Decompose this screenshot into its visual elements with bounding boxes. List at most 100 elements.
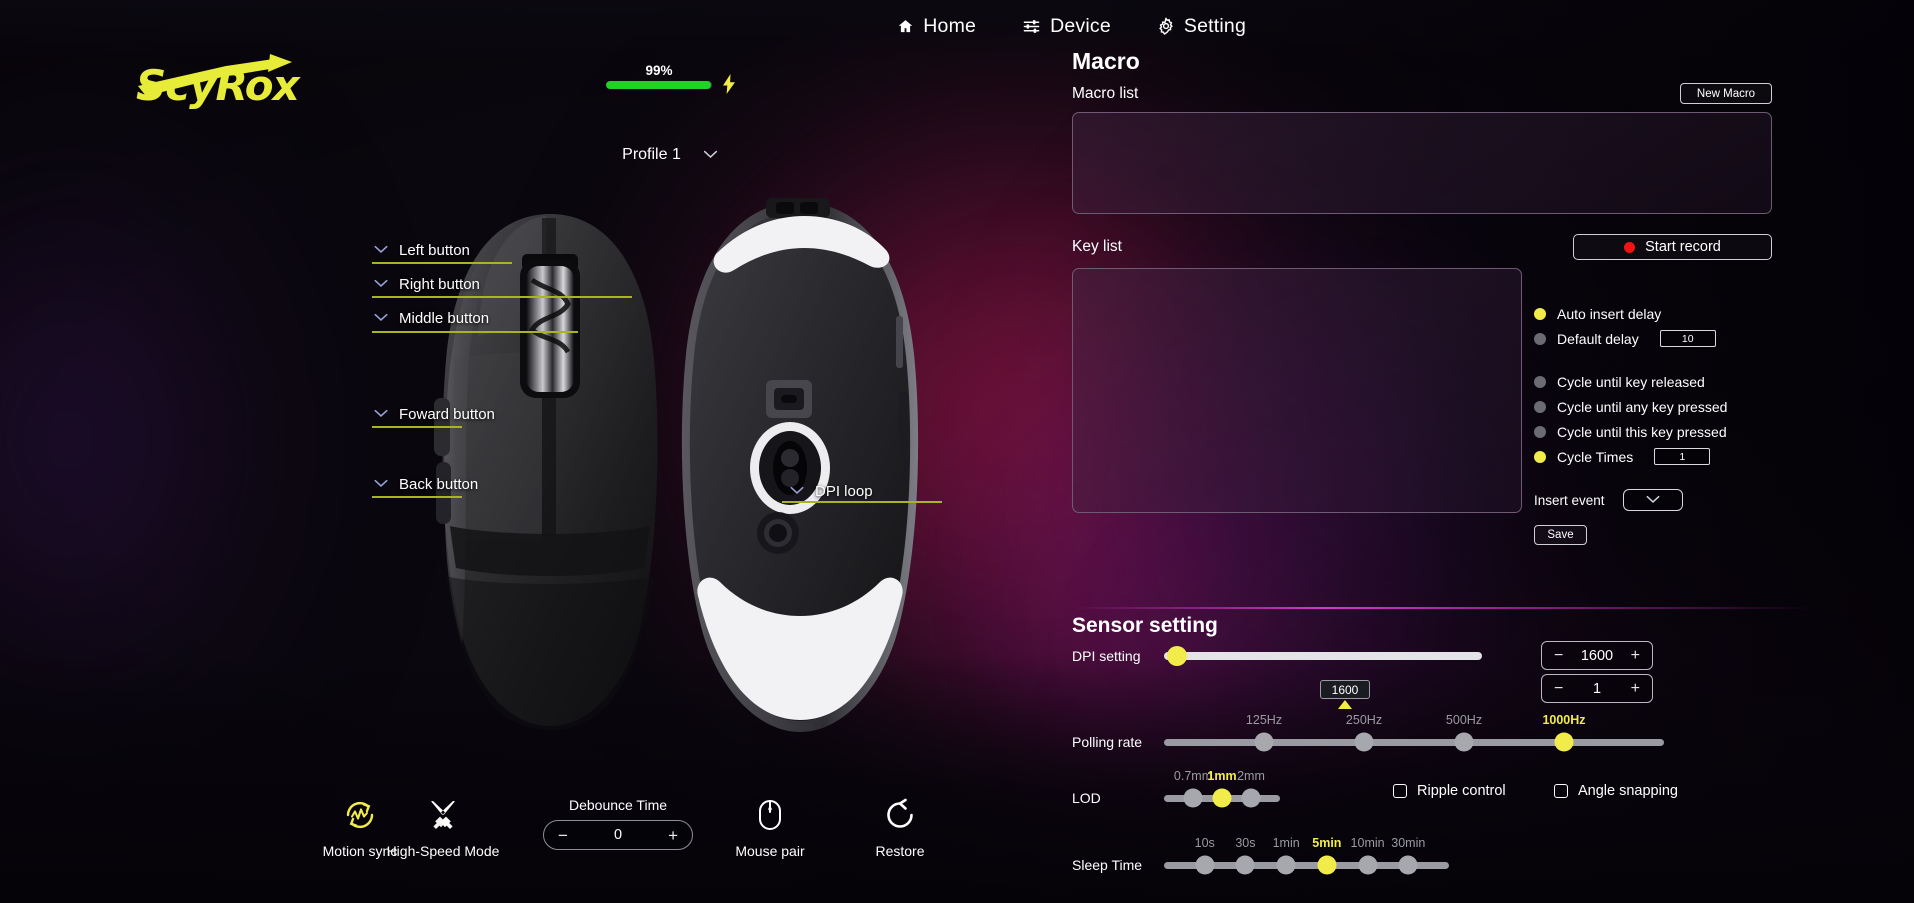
callout-right-button[interactable]: Right button bbox=[374, 274, 480, 294]
step-node[interactable] bbox=[1212, 788, 1232, 808]
option-label: Cycle until key released bbox=[1557, 373, 1705, 390]
option-label: Cycle Times bbox=[1557, 448, 1634, 465]
profile-selector[interactable]: Profile 1 bbox=[600, 140, 740, 170]
option-cycle-until-any-key-pressed[interactable]: Cycle until any key pressed bbox=[1534, 394, 1772, 419]
chevron-down-icon bbox=[374, 405, 388, 423]
step-node[interactable] bbox=[1554, 732, 1574, 752]
mouse-icon bbox=[710, 795, 830, 835]
option-spacer bbox=[1534, 351, 1772, 369]
step-tick-label: 1000Hz bbox=[1542, 712, 1586, 727]
cycle-times-input[interactable]: 1 bbox=[1654, 448, 1711, 465]
macro-body: Auto insert delay Default delay 10 Cycle… bbox=[1072, 268, 1772, 545]
dpi-stage-stepper[interactable]: − 1 + bbox=[1541, 674, 1653, 703]
dpi-slider-thumb[interactable] bbox=[1166, 646, 1187, 666]
insert-event-label: Insert event bbox=[1534, 492, 1605, 508]
dpi-stage-increment-button[interactable]: + bbox=[1631, 680, 1640, 697]
key-list-header: Key list Start record bbox=[1072, 234, 1772, 260]
dpi-increment-button[interactable]: + bbox=[1631, 647, 1640, 664]
gear-icon bbox=[1157, 17, 1175, 35]
polling-rate-label: Polling rate bbox=[1072, 734, 1143, 750]
callout-back-button[interactable]: Back button bbox=[374, 474, 478, 494]
high-speed-mode-button[interactable]: High-Speed Mode bbox=[383, 795, 503, 859]
chevron-down-icon bbox=[703, 146, 718, 164]
option-cycle-until-key-released[interactable]: Cycle until key released bbox=[1534, 369, 1772, 394]
save-button[interactable]: Save bbox=[1534, 525, 1587, 545]
step-node[interactable] bbox=[1358, 855, 1378, 875]
callout-line-foward-button bbox=[372, 426, 462, 428]
step-node[interactable] bbox=[1454, 732, 1474, 752]
radio-indicator bbox=[1534, 425, 1546, 438]
debounce-time-label: Debounce Time bbox=[568, 797, 668, 813]
debounce-increment-button[interactable]: + bbox=[668, 827, 678, 844]
polling-rate-track[interactable]: 125Hz 250Hz 500Hz 1000Hz bbox=[1164, 713, 1664, 752]
mouse-pair-button[interactable]: Mouse pair bbox=[710, 795, 830, 859]
sleep-time-label: Sleep Time bbox=[1072, 857, 1143, 873]
key-list-panel[interactable] bbox=[1072, 268, 1522, 513]
radio-indicator bbox=[1534, 450, 1546, 463]
restore-label: Restore bbox=[875, 843, 925, 859]
step-node[interactable] bbox=[1254, 732, 1274, 752]
step-tick-label: 500Hz bbox=[1445, 712, 1483, 727]
debounce-value: 0 bbox=[613, 827, 623, 843]
debounce-decrement-button[interactable]: − bbox=[558, 827, 568, 844]
callout-foward-button[interactable]: Foward button bbox=[374, 404, 495, 424]
callout-line-back-button bbox=[372, 496, 462, 498]
dpi-value-stepper[interactable]: − 1600 + bbox=[1541, 641, 1653, 670]
nav-item-home[interactable]: Home bbox=[897, 15, 976, 38]
step-node[interactable] bbox=[1241, 788, 1261, 808]
option-label: Cycle until any key pressed bbox=[1557, 398, 1728, 415]
step-node[interactable] bbox=[1276, 855, 1296, 875]
step-node[interactable] bbox=[1183, 788, 1203, 808]
callout-middle-button[interactable]: Middle button bbox=[374, 308, 489, 328]
option-label: Auto insert delay bbox=[1557, 305, 1662, 322]
dpi-tooltip: 1600 bbox=[1320, 680, 1370, 699]
logo-text: ScyRox bbox=[136, 61, 302, 110]
callout-label: DPI loop bbox=[815, 482, 873, 500]
restore-icon bbox=[840, 795, 960, 835]
polling-rate-row: Polling rate 125Hz 250Hz 500Hz 1000Hz bbox=[1072, 713, 1832, 752]
option-cycle-times[interactable]: Cycle Times 1 bbox=[1534, 444, 1772, 469]
step-node[interactable] bbox=[1195, 855, 1215, 875]
step-node[interactable] bbox=[1317, 855, 1337, 875]
new-macro-button[interactable]: New Macro bbox=[1680, 83, 1772, 104]
insert-event-select[interactable] bbox=[1622, 489, 1683, 511]
callout-dpi-loop[interactable]: DPI loop bbox=[790, 481, 873, 501]
macro-list-panel[interactable] bbox=[1072, 112, 1772, 214]
start-record-button[interactable]: Start record bbox=[1573, 234, 1772, 260]
dpi-stage-value: 1 bbox=[1592, 680, 1602, 697]
angle-snapping-checkbox[interactable]: Angle snapping bbox=[1554, 783, 1678, 799]
default-delay-input[interactable]: 10 bbox=[1659, 330, 1716, 347]
dpi-decrement-button[interactable]: − bbox=[1554, 647, 1563, 664]
restore-button[interactable]: Restore bbox=[840, 795, 960, 859]
step-node[interactable] bbox=[1398, 855, 1418, 875]
checkbox-box bbox=[1554, 784, 1568, 798]
nav-label-setting: Setting bbox=[1183, 14, 1246, 37]
nav-item-device[interactable]: Device bbox=[1022, 15, 1111, 38]
sleep-time-track[interactable]: 10s 30s 1min 5min 10min 30min bbox=[1164, 836, 1449, 875]
option-label: Default delay bbox=[1557, 330, 1639, 347]
ripple-control-checkbox[interactable]: Ripple control bbox=[1393, 783, 1506, 799]
callout-left-button[interactable]: Left button bbox=[374, 240, 470, 260]
callout-label: Back button bbox=[399, 475, 479, 493]
dpi-stage-decrement-button[interactable]: − bbox=[1554, 680, 1563, 697]
option-auto-insert-delay[interactable]: Auto insert delay bbox=[1534, 301, 1772, 326]
chevron-down-icon bbox=[374, 475, 388, 493]
lod-track[interactable]: 0.7mm 1mm 2mm bbox=[1164, 769, 1280, 808]
step-tick-label: 30min bbox=[1391, 835, 1426, 850]
insert-event-row: Insert event bbox=[1534, 489, 1772, 511]
step-node[interactable] bbox=[1235, 855, 1255, 875]
debounce-time-control: Debounce Time − 0 + bbox=[543, 797, 693, 850]
dpi-slider-track[interactable] bbox=[1164, 646, 1482, 666]
mouse-illustration bbox=[400, 196, 1020, 776]
option-cycle-until-this-key-pressed[interactable]: Cycle until this key pressed bbox=[1534, 419, 1772, 444]
debounce-time-stepper[interactable]: − 0 + bbox=[543, 820, 693, 850]
callout-label: Foward button bbox=[399, 405, 495, 423]
chevron-down-icon bbox=[374, 241, 388, 259]
radio-indicator bbox=[1534, 307, 1546, 320]
step-node[interactable] bbox=[1354, 732, 1374, 752]
nav-label-device: Device bbox=[1050, 14, 1111, 37]
nav-item-setting[interactable]: Setting bbox=[1157, 15, 1246, 38]
option-default-delay[interactable]: Default delay 10 bbox=[1534, 326, 1772, 351]
nav-label-home: Home bbox=[923, 14, 977, 37]
step-tick-label: 2mm bbox=[1237, 768, 1265, 783]
